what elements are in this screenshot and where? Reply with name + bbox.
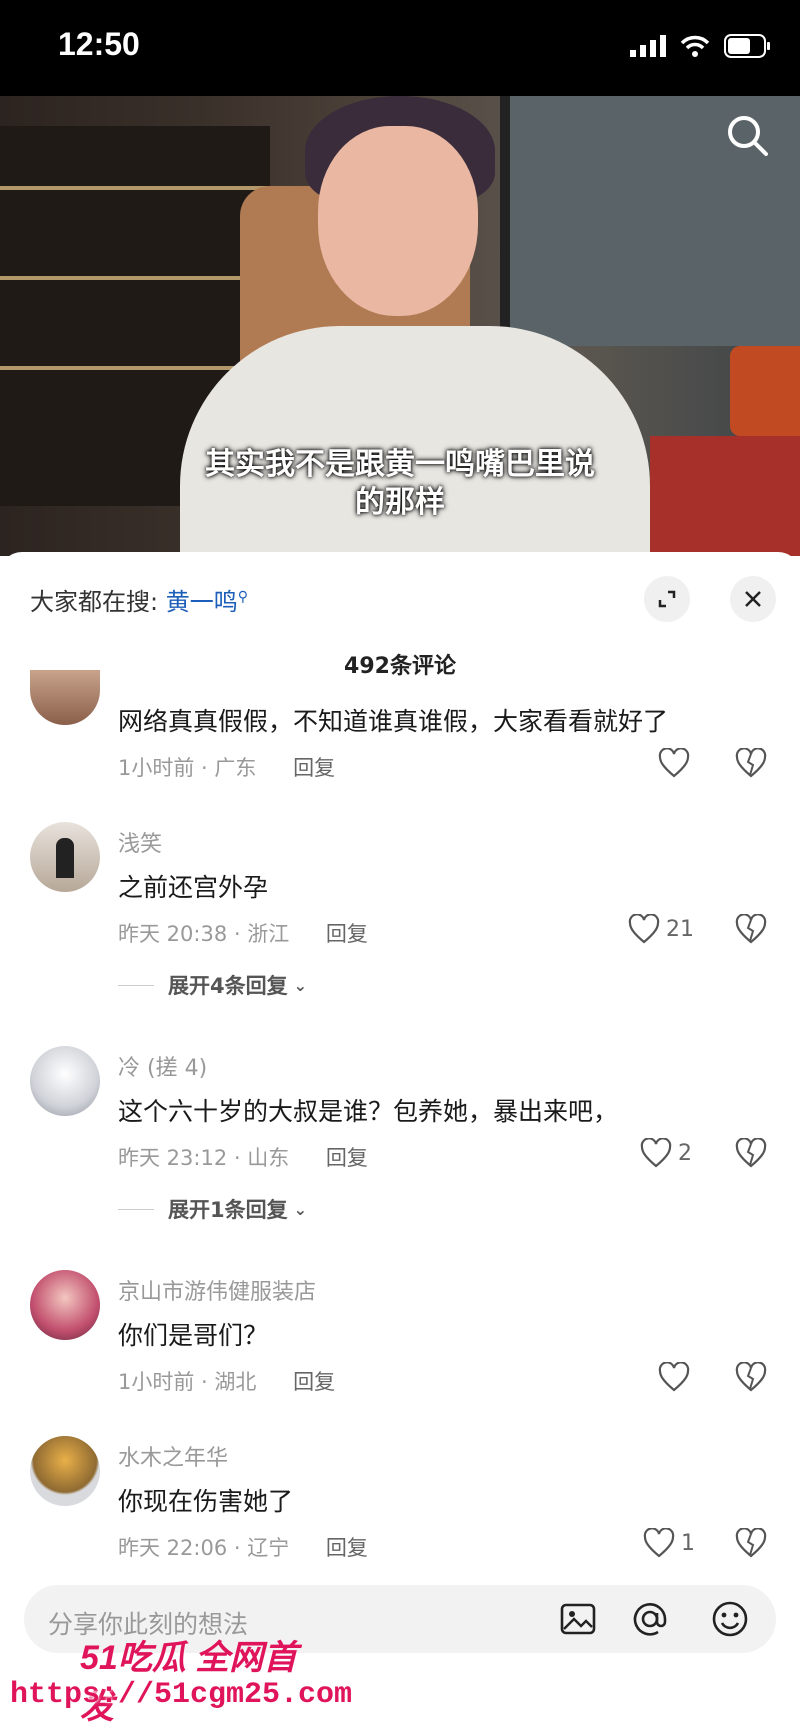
status-time: 12:50 bbox=[58, 26, 140, 62]
comment-text: 你现在伤害她了 bbox=[118, 1487, 294, 1516]
like-button[interactable] bbox=[658, 1362, 690, 1392]
comment-author[interactable]: 京山市游伟健服装店 bbox=[118, 1274, 316, 1306]
comment-meta: 昨天 22:06 · 辽宁 回复 bbox=[118, 1532, 368, 1562]
dislike-button[interactable] bbox=[735, 1527, 767, 1562]
status-bar: 12:50 bbox=[0, 0, 800, 96]
avatar[interactable] bbox=[30, 1046, 100, 1116]
watermark-url: https://51cgm25.com bbox=[10, 1678, 353, 1712]
emoji-icon[interactable] bbox=[710, 1599, 750, 1639]
broken-heart-icon bbox=[735, 1137, 767, 1168]
at-icon[interactable] bbox=[630, 1599, 670, 1639]
avatar-character-head bbox=[318, 126, 478, 316]
collapse-button[interactable] bbox=[644, 576, 690, 622]
dislike-button[interactable] bbox=[735, 1137, 767, 1172]
comment-meta: 1小时前 · 湖北 回复 bbox=[118, 1366, 335, 1396]
collapse-icon bbox=[658, 590, 676, 608]
comment-time: 1小时前 · 广东 bbox=[118, 756, 257, 780]
heart-icon bbox=[640, 1138, 672, 1168]
signal-icon bbox=[630, 35, 666, 57]
chevron-down-icon: ⌄ bbox=[293, 975, 308, 995]
reply-button[interactable]: 回复 bbox=[293, 1370, 335, 1394]
reply-button[interactable]: 回复 bbox=[326, 1146, 368, 1170]
close-button[interactable] bbox=[730, 576, 776, 622]
broken-heart-icon bbox=[735, 1527, 767, 1558]
heart-icon bbox=[658, 1362, 690, 1392]
comment-meta: 1小时前 · 广东 回复 bbox=[118, 752, 335, 782]
wifi-icon bbox=[680, 35, 710, 57]
reply-button[interactable]: 回复 bbox=[326, 922, 368, 946]
search-prefix: 大家都在搜: bbox=[30, 588, 159, 616]
close-icon bbox=[745, 591, 761, 607]
red-box bbox=[730, 346, 800, 436]
search-icon[interactable] bbox=[722, 110, 772, 160]
avatar[interactable] bbox=[30, 1270, 100, 1340]
comment-time: 昨天 22:06 · 辽宁 bbox=[118, 1536, 290, 1560]
dislike-button[interactable] bbox=[735, 1361, 767, 1396]
image-icon[interactable] bbox=[558, 1599, 598, 1639]
comment-text: 这个六十岁的大叔是谁？包养她，暴出来吧， bbox=[118, 1097, 619, 1126]
comment-author[interactable]: 冷 (搓 4) bbox=[118, 1050, 207, 1082]
dislike-button[interactable] bbox=[735, 913, 767, 948]
heart-icon bbox=[628, 914, 660, 944]
comment-time: 昨天 20:38 · 浙江 bbox=[118, 922, 290, 946]
comment-meta: 昨天 20:38 · 浙江 回复 bbox=[118, 918, 368, 948]
avatar[interactable] bbox=[30, 822, 100, 892]
broken-heart-icon bbox=[735, 747, 767, 778]
video-subtitle: 其实我不是跟黄一鸣嘴巴里说 的那样 bbox=[0, 446, 800, 522]
chevron-down-icon: ⌄ bbox=[293, 1199, 308, 1219]
video-player[interactable]: 其实我不是跟黄一鸣嘴巴里说 的那样 bbox=[0, 96, 800, 556]
subtitle-line-1: 其实我不是跟黄一鸣嘴巴里说 bbox=[205, 447, 595, 482]
comment-meta: 昨天 23:12 · 山东 回复 bbox=[118, 1142, 368, 1172]
like-count: 1 bbox=[681, 1530, 695, 1556]
status-icons bbox=[630, 34, 770, 58]
comment-text: 网络真真假假，不知道谁真谁假，大家看看就好了 bbox=[118, 707, 669, 736]
expand-replies-label: 展开4条回复 bbox=[168, 974, 288, 998]
heart-icon bbox=[643, 1528, 675, 1558]
like-button[interactable] bbox=[658, 748, 690, 778]
dislike-button[interactable] bbox=[735, 747, 767, 782]
heart-icon bbox=[658, 748, 690, 778]
expand-replies-label: 展开1条回复 bbox=[168, 1198, 288, 1222]
comment-count: 492条评论 bbox=[344, 654, 456, 679]
comment-text: 之前还宫外孕 bbox=[118, 873, 269, 902]
like-count: 21 bbox=[666, 916, 694, 942]
comment-time: 1小时前 · 湖北 bbox=[118, 1370, 257, 1394]
search-term-link[interactable]: 黄一鸣 bbox=[166, 588, 238, 616]
like-button[interactable]: 21 bbox=[628, 914, 694, 944]
comment-text: 你们是哥们？ bbox=[118, 1321, 269, 1350]
expand-replies-button[interactable]: 展开4条回复 ⌄ bbox=[118, 970, 307, 1000]
reply-button[interactable]: 回复 bbox=[326, 1536, 368, 1560]
reply-button[interactable]: 回复 bbox=[293, 756, 335, 780]
divider-line bbox=[118, 1208, 154, 1210]
like-button[interactable]: 2 bbox=[640, 1138, 692, 1168]
divider-line bbox=[118, 984, 154, 986]
avatar[interactable] bbox=[30, 1436, 100, 1506]
like-button[interactable]: 1 bbox=[643, 1528, 695, 1558]
battery-icon bbox=[724, 34, 770, 58]
expand-replies-button[interactable]: 展开1条回复 ⌄ bbox=[118, 1194, 307, 1224]
broken-heart-icon bbox=[735, 1361, 767, 1392]
search-small-icon: ⚲ bbox=[237, 589, 248, 605]
broken-heart-icon bbox=[735, 913, 767, 944]
subtitle-line-2: 的那样 bbox=[355, 485, 445, 520]
comment-time: 昨天 23:12 · 山东 bbox=[118, 1146, 290, 1170]
watermark: 51吃瓜 全网首发 https://51cgm25.com bbox=[0, 1630, 352, 1731]
comment-author[interactable]: 浅笑 bbox=[118, 826, 162, 858]
comment-author[interactable]: 水木之年华 bbox=[118, 1440, 228, 1472]
like-count: 2 bbox=[678, 1140, 692, 1166]
search-suggestion[interactable]: 大家都在搜: 黄一鸣⚲ bbox=[30, 582, 248, 617]
